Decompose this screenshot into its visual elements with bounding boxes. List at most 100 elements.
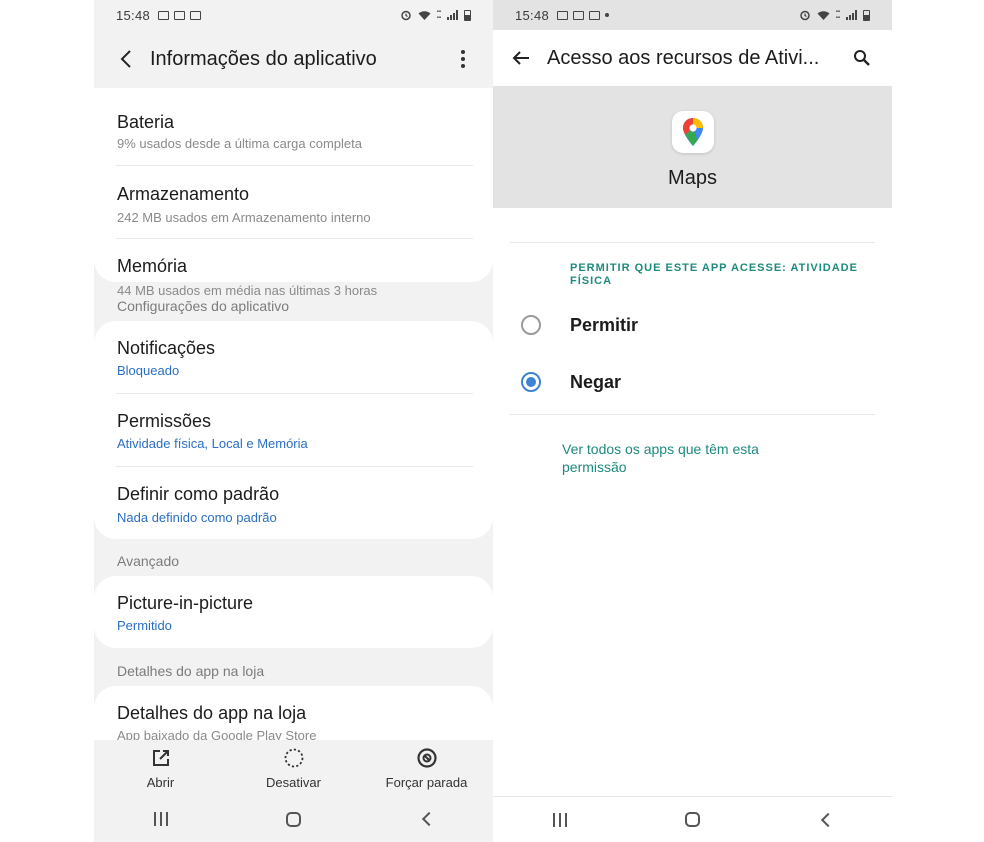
item-subtitle: Bloqueado bbox=[117, 363, 180, 378]
list-item-store-details[interactable]: Detalhes do app na loja App baixado da G… bbox=[94, 686, 493, 740]
section-header-store: Detalhes do app na loja bbox=[117, 663, 265, 679]
home-button[interactable] bbox=[264, 799, 324, 839]
item-title: Picture-in-picture bbox=[117, 593, 254, 613]
list-item-storage[interactable]: Armazenamento 242 MB usados em Armazenam… bbox=[94, 166, 493, 238]
back-icon bbox=[820, 812, 835, 827]
radio-button-selected[interactable] bbox=[521, 372, 541, 392]
item-title: Armazenamento bbox=[117, 184, 250, 204]
gallery-icon bbox=[174, 10, 186, 20]
item-title: Memória bbox=[117, 256, 188, 276]
list-item-picture-in-picture[interactable]: Picture-in-picture Permitido bbox=[94, 576, 493, 648]
home-icon bbox=[286, 811, 301, 827]
disable-dotted-circle-icon bbox=[283, 747, 305, 769]
item-title: Bateria bbox=[117, 112, 175, 132]
google-maps-pin-icon bbox=[671, 111, 714, 153]
wifi-icon bbox=[817, 10, 830, 20]
usage-card: Bateria 9% usados desde a última carga c… bbox=[94, 88, 493, 298]
force-stop-button[interactable]: Forçar parada bbox=[360, 740, 493, 796]
section-header-config: Configurações do aplicativo bbox=[117, 298, 289, 314]
system-icons: ▪▪ ▪▪ bbox=[400, 9, 471, 21]
page-title: Acesso aos recursos de Ativi... bbox=[547, 46, 820, 69]
radio-option-deny[interactable]: Negar bbox=[493, 357, 892, 407]
item-subtitle: 242 MB usados em Armazenamento interno bbox=[117, 210, 371, 225]
bottom-action-bar: Abrir Desativar Forçar parada bbox=[94, 740, 493, 796]
more-vertical-icon bbox=[461, 50, 465, 54]
force-stop-icon bbox=[416, 747, 438, 769]
search-icon bbox=[854, 50, 870, 66]
app-bar: Informações do aplicativo bbox=[94, 30, 493, 88]
item-title: Detalhes do app na loja bbox=[117, 703, 307, 723]
status-time: 15:48 bbox=[515, 7, 550, 23]
nav-back-button[interactable] bbox=[796, 800, 856, 840]
gallery-icon bbox=[557, 10, 569, 20]
radio-option-allow[interactable]: Permitir bbox=[493, 300, 892, 350]
signal-icon bbox=[846, 10, 857, 20]
app-notification-icon bbox=[190, 10, 202, 20]
open-external-icon bbox=[150, 747, 172, 769]
divider bbox=[510, 242, 875, 243]
settings-list[interactable]: Bateria 9% usados desde a última carga c… bbox=[94, 88, 493, 740]
screen-icon bbox=[573, 10, 585, 20]
list-item-permissions[interactable]: Permissões Atividade física, Local e Mem… bbox=[94, 394, 493, 466]
list-item-notifications[interactable]: Notificações Bloqueado bbox=[94, 321, 493, 393]
home-icon bbox=[685, 812, 700, 827]
app-name: Maps bbox=[668, 167, 717, 189]
item-title: Notificações bbox=[117, 338, 216, 358]
recents-icon bbox=[552, 812, 567, 827]
open-button[interactable]: Abrir bbox=[94, 740, 227, 796]
item-subtitle: 44 MB usados em média nas últimas 3 hora… bbox=[117, 283, 378, 298]
item-subtitle: App baixado da Google Play Store bbox=[117, 728, 317, 740]
nav-back-button[interactable] bbox=[397, 799, 457, 839]
back-button[interactable] bbox=[104, 37, 148, 81]
notification-icons bbox=[158, 10, 202, 20]
more-dot bbox=[461, 57, 465, 61]
back-button[interactable] bbox=[499, 36, 543, 80]
navigation-bar bbox=[94, 796, 493, 842]
app-header: Maps bbox=[493, 86, 892, 208]
advanced-card: Picture-in-picture Permitido bbox=[94, 576, 493, 648]
alarm-icon bbox=[799, 10, 810, 21]
list-item-battery[interactable]: Bateria 9% usados desde a última carga c… bbox=[94, 88, 493, 152]
radio-button[interactable] bbox=[521, 315, 541, 335]
right-phone-screen: 15:48 ▪▪ ▪▪ Acesso aos recursos de Ativi.… bbox=[493, 0, 892, 842]
status-bar: 15:48 ▪▪ ▪▪ bbox=[94, 0, 493, 30]
home-button[interactable] bbox=[663, 800, 723, 840]
left-phone-screen: 15:48 ▪▪ ▪▪ Informações do aplicativo Bat… bbox=[94, 0, 493, 842]
recents-button[interactable] bbox=[131, 799, 191, 839]
item-subtitle: Permitido bbox=[117, 618, 172, 633]
screen-icon bbox=[158, 10, 170, 20]
more-notifications-dot-icon bbox=[605, 13, 610, 17]
signal-icon bbox=[447, 10, 458, 20]
app-bar: Acesso aos recursos de Ativi... bbox=[493, 30, 892, 86]
chevron-left-icon bbox=[120, 50, 131, 68]
alarm-icon bbox=[400, 10, 411, 21]
item-subtitle: Atividade física, Local e Memória bbox=[117, 436, 308, 451]
action-label: Forçar parada bbox=[385, 774, 468, 790]
radio-label: Negar bbox=[570, 371, 622, 392]
permission-section-header: PERMITIR QUE ESTE APP ACESSE: ATIVIDADE … bbox=[570, 262, 858, 287]
page-title: Informações do aplicativo bbox=[150, 47, 377, 70]
search-button[interactable] bbox=[846, 42, 878, 74]
status-bar: 15:48 ▪▪ ▪▪ bbox=[493, 0, 892, 30]
volte-lte-icon: ▪▪ ▪▪ bbox=[835, 9, 840, 21]
item-subtitle: Nada definido como padrão bbox=[117, 510, 277, 525]
more-options-button[interactable] bbox=[451, 43, 475, 75]
status-time: 15:48 bbox=[116, 7, 151, 23]
item-title: Definir como padrão bbox=[117, 484, 280, 504]
recents-icon bbox=[153, 812, 168, 826]
item-title: Permissões bbox=[117, 411, 212, 431]
action-label: Abrir bbox=[146, 774, 175, 790]
see-all-apps-link[interactable]: Ver todos os apps que têm esta permissão bbox=[562, 440, 822, 476]
system-icons: ▪▪ ▪▪ bbox=[799, 9, 870, 21]
battery-icon bbox=[464, 9, 471, 21]
more-dot bbox=[461, 64, 465, 68]
wifi-icon bbox=[418, 10, 431, 20]
disable-button[interactable]: Desativar bbox=[227, 740, 360, 796]
config-card: Notificações Bloqueado Permissões Ativid… bbox=[94, 321, 493, 539]
recents-button[interactable] bbox=[530, 800, 590, 840]
arrow-left-icon bbox=[512, 51, 529, 65]
list-item-set-default[interactable]: Definir como padrão Nada definido como p… bbox=[94, 467, 493, 539]
store-card: Detalhes do app na loja App baixado da G… bbox=[94, 686, 493, 740]
volte-lte-icon: ▪▪ ▪▪ bbox=[436, 9, 441, 21]
item-subtitle: 9% usados desde a última carga completa bbox=[117, 136, 362, 151]
